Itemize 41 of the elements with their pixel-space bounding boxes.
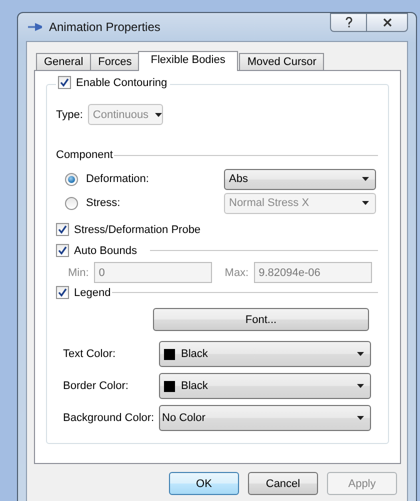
radio-label: Stress: [86,197,122,209]
dropdown[interactable]: No Color [159,405,371,431]
tab[interactable]: Moved Cursor [239,53,324,70]
caret-icon [357,416,364,420]
field-label: Type: [56,108,83,120]
dropdown[interactable]: Black [159,341,371,367]
field-label: Background Color: [63,412,156,424]
caret-icon [357,352,364,356]
section-title: Component [56,149,113,161]
dropdown[interactable]: Black [159,373,371,399]
dropdown[interactable]: Abs [224,168,376,190]
checkbox-label: Auto Bounds [74,244,137,256]
font-button[interactable]: Font... [153,308,369,331]
window-title: Animation Properties [49,20,160,34]
checkbox[interactable] [56,223,69,236]
close-icon [382,18,392,27]
caret-icon [362,177,369,181]
radio-button[interactable] [65,172,78,186]
dialog-button[interactable]: Cancel [248,472,318,495]
help-icon [344,17,352,28]
caret-icon [362,201,369,205]
tab[interactable]: General [36,53,92,70]
checkbox[interactable] [56,244,69,257]
checkbox-label: Stress/Deformation Probe [74,224,201,236]
close-button[interactable] [366,13,408,32]
checkbox[interactable] [56,286,69,299]
help-button[interactable] [330,13,366,32]
field-label: Min: [68,266,89,278]
checkbox-label: Legend [74,286,111,298]
caret-icon [154,112,162,116]
caret-icon [357,384,364,388]
checkbox-label: Enable Contouring [76,76,168,88]
tab[interactable]: Forces [90,53,140,70]
field-label: Text Color: [63,348,117,360]
app-icon [28,22,44,32]
field-label: Border Color: [63,380,130,392]
tab[interactable]: Flexible Bodies [138,51,238,71]
checkbox[interactable] [58,76,71,89]
field-label: Max: [224,266,249,278]
radio-label: Deformation: [86,173,150,185]
dialog-button[interactable]: OK [169,472,239,495]
